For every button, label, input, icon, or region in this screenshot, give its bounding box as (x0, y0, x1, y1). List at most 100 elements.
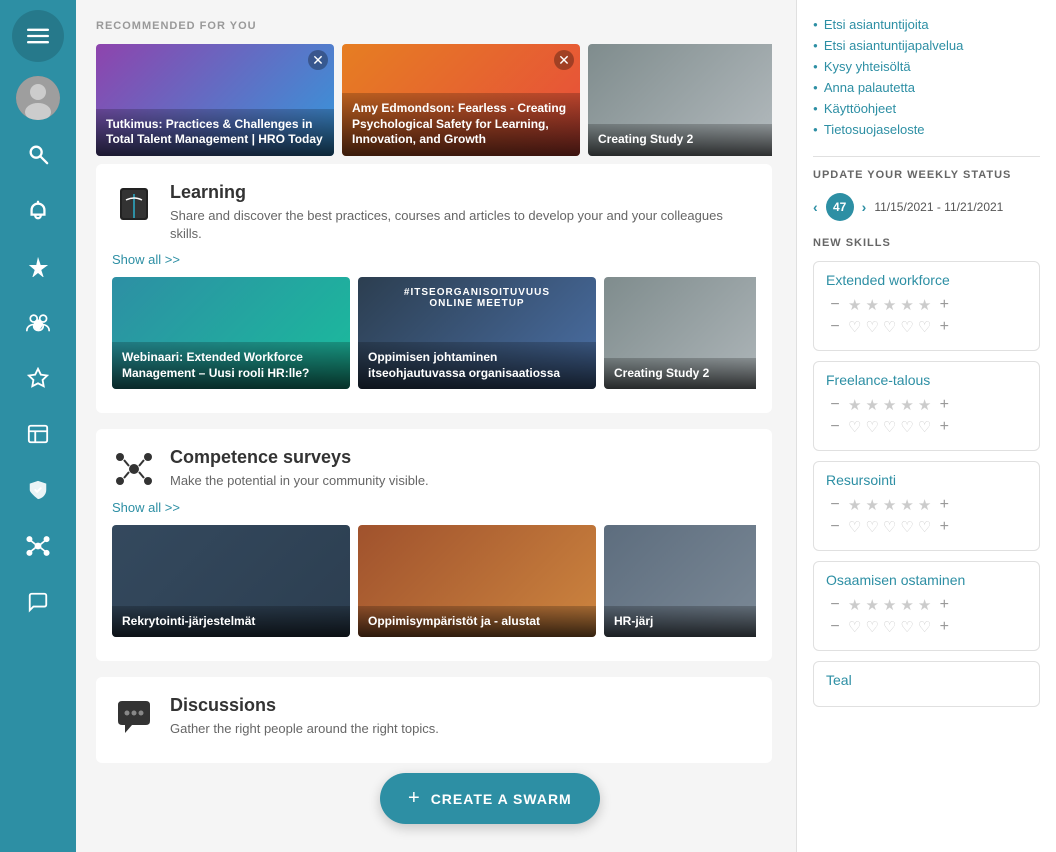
sidebar-content[interactable] (12, 408, 64, 460)
competence-show-all[interactable]: Show all >> (112, 500, 180, 515)
menu-link-privacy[interactable]: Tietosuojaseloste (813, 119, 1040, 140)
skill-4-heart-4[interactable]: ♡ (900, 618, 913, 636)
skill-3-star-1[interactable]: ★ (848, 496, 861, 514)
sidebar-menu-button[interactable] (12, 10, 64, 62)
week-prev-button[interactable]: ‹ (813, 199, 818, 215)
skill-3-star-5[interactable]: ★ (918, 496, 931, 514)
sidebar-avatar[interactable] (12, 72, 64, 124)
skill-4-heart-5[interactable]: ♡ (918, 618, 931, 636)
sidebar-search[interactable] (12, 128, 64, 180)
skill-4-heart-2[interactable]: ♡ (865, 618, 878, 636)
skill-1-heart-1[interactable]: ♡ (848, 318, 861, 336)
skill-4-heart-3[interactable]: ♡ (883, 618, 896, 636)
competence-card-2[interactable]: Oppimisympäristöt ja - alustat (358, 525, 596, 637)
skill-2-plus[interactable]: + (935, 396, 953, 414)
sidebar-achievements[interactable] (12, 352, 64, 404)
skill-2-star-2[interactable]: ★ (865, 396, 878, 414)
skill-3-heart-minus[interactable]: − (826, 518, 844, 536)
sidebar-notifications[interactable] (12, 184, 64, 236)
skill-3-heart-4[interactable]: ♡ (900, 518, 913, 536)
skill-2-star-5[interactable]: ★ (918, 396, 931, 414)
recommended-card-3[interactable]: ✕ Creating Study 2 (588, 44, 772, 156)
skill-4-heart-minus[interactable]: − (826, 618, 844, 636)
learning-card-2-title: Oppimisen johtaminen itseohjautuvassa or… (368, 350, 586, 381)
skill-2-heart-3[interactable]: ♡ (883, 418, 896, 436)
skill-4-heart-plus[interactable]: + (935, 618, 953, 636)
skill-2-minus[interactable]: − (826, 396, 844, 414)
skill-name-3[interactable]: Resursointi (826, 472, 1027, 488)
learning-card-3[interactable]: Creating Study 2 (604, 277, 756, 389)
recommended-card-2[interactable]: ✕ Amy Edmondson: Fearless - Creating Psy… (342, 44, 580, 156)
skill-name-2[interactable]: Freelance-talous (826, 372, 1027, 388)
skill-4-star-4[interactable]: ★ (900, 596, 913, 614)
competence-card-1[interactable]: Rekrytointi-järjestelmät (112, 525, 350, 637)
skill-1-heart-2[interactable]: ♡ (865, 318, 878, 336)
skill-2-heart-5[interactable]: ♡ (918, 418, 931, 436)
skill-1-star-5[interactable]: ★ (918, 296, 931, 314)
skill-4-star-1[interactable]: ★ (848, 596, 861, 614)
menu-link-experts[interactable]: Etsi asiantuntijoita (813, 14, 1040, 35)
skill-3-minus[interactable]: − (826, 496, 844, 514)
sidebar-starred[interactable] (12, 240, 64, 292)
skill-name-5[interactable]: Teal (826, 672, 1027, 688)
skill-2-star-3[interactable]: ★ (883, 396, 896, 414)
close-icon-2[interactable]: ✕ (554, 50, 574, 70)
sidebar-learning[interactable] (12, 464, 64, 516)
skill-1-heart-3[interactable]: ♡ (883, 318, 896, 336)
menu-link-ask-community[interactable]: Kysy yhteisöltä (813, 56, 1040, 77)
skill-2-heart-4[interactable]: ♡ (900, 418, 913, 436)
skill-1-star-2[interactable]: ★ (865, 296, 878, 314)
sidebar-network[interactable] (12, 520, 64, 572)
skill-4-plus[interactable]: + (935, 596, 953, 614)
skill-1-star-4[interactable]: ★ (900, 296, 913, 314)
skill-3-heart-plus[interactable]: + (935, 518, 953, 536)
skill-1-minus[interactable]: − (826, 296, 844, 314)
skill-2-heart-2[interactable]: ♡ (865, 418, 878, 436)
skill-4-star-3[interactable]: ★ (883, 596, 896, 614)
skill-1-heart-4[interactable]: ♡ (900, 318, 913, 336)
skill-4-minus[interactable]: − (826, 596, 844, 614)
skill-3-heart-3[interactable]: ♡ (883, 518, 896, 536)
week-next-button[interactable]: › (862, 199, 867, 215)
competence-card-3[interactable]: HR-järj (604, 525, 756, 637)
skill-3-heart-1[interactable]: ♡ (848, 518, 861, 536)
skill-name-1[interactable]: Extended workforce (826, 272, 1027, 288)
skill-4-hearts-row: − ♡ ♡ ♡ ♡ ♡ + (826, 618, 1027, 636)
sidebar-chat[interactable] (12, 576, 64, 628)
skill-2-heart-1[interactable]: ♡ (848, 418, 861, 436)
learning-card-2[interactable]: #ITSEORGANISOITUVUUSONLINE MEETUP Oppimi… (358, 277, 596, 389)
skill-1-star-3[interactable]: ★ (883, 296, 896, 314)
recommended-card-1[interactable]: ✕ Tutkimus: Practices & Challenges in To… (96, 44, 334, 156)
skill-1-heart-minus[interactable]: − (826, 318, 844, 336)
skill-3-star-4[interactable]: ★ (900, 496, 913, 514)
skill-2-heart-plus[interactable]: + (935, 418, 953, 436)
skill-1-hearts-row: − ♡ ♡ ♡ ♡ ♡ + (826, 318, 1027, 336)
skill-1-plus[interactable]: + (935, 296, 953, 314)
menu-link-feedback[interactable]: Anna palautetta (813, 77, 1040, 98)
skill-4-heart-1[interactable]: ♡ (848, 618, 861, 636)
discussions-icon (112, 695, 156, 739)
skill-1-heart-5[interactable]: ♡ (918, 318, 931, 336)
menu-link-expert-service[interactable]: Etsi asiantuntijapalvelua (813, 35, 1040, 56)
skill-2-star-4[interactable]: ★ (900, 396, 913, 414)
skill-3-heart-2[interactable]: ♡ (865, 518, 878, 536)
skill-name-4[interactable]: Osaamisen ostaminen (826, 572, 1027, 588)
skill-4-star-5[interactable]: ★ (918, 596, 931, 614)
close-icon-1[interactable]: ✕ (308, 50, 328, 70)
skill-3-star-2[interactable]: ★ (865, 496, 878, 514)
sidebar-community[interactable] (12, 296, 64, 348)
skill-4-star-2[interactable]: ★ (865, 596, 878, 614)
skill-3-heart-5[interactable]: ♡ (918, 518, 931, 536)
skill-2-heart-minus[interactable]: − (826, 418, 844, 436)
week-number-badge[interactable]: 47 (826, 193, 854, 221)
skill-1-star-1[interactable]: ★ (848, 296, 861, 314)
skill-2-star-1[interactable]: ★ (848, 396, 861, 414)
skill-3-star-3[interactable]: ★ (883, 496, 896, 514)
learning-show-all[interactable]: Show all >> (112, 252, 180, 267)
learning-card-1[interactable]: Webinaari: Extended Workforce Management… (112, 277, 350, 389)
skill-3-plus[interactable]: + (935, 496, 953, 514)
create-swarm-button[interactable]: + CREATE A SWARM (380, 773, 600, 824)
skill-3-hearts-row: − ♡ ♡ ♡ ♡ ♡ + (826, 518, 1027, 536)
menu-link-instructions[interactable]: Käyttöohjeet (813, 98, 1040, 119)
skill-1-heart-plus[interactable]: + (935, 318, 953, 336)
